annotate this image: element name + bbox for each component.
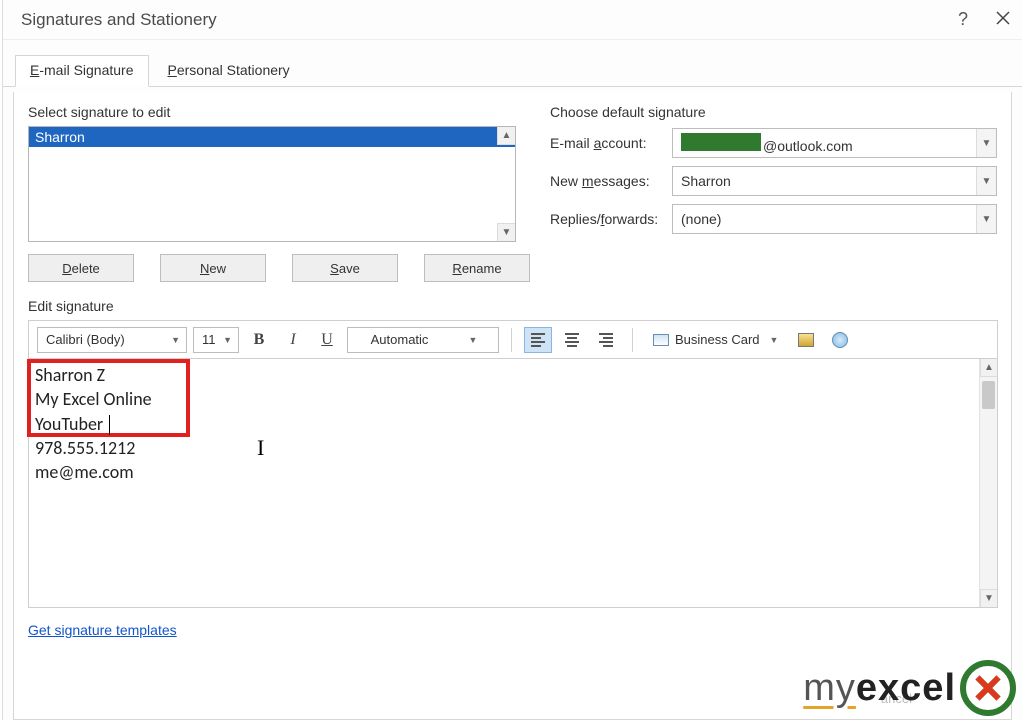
chevron-down-icon[interactable]: ▼: [976, 205, 996, 233]
i-beam-cursor-icon: I: [257, 435, 264, 461]
business-card-button[interactable]: Business Card ▼: [645, 327, 786, 353]
signature-item-selected[interactable]: Sharron: [29, 127, 515, 147]
choose-default-label: Choose default signature: [550, 104, 997, 120]
get-signature-templates-link[interactable]: Get signature templates: [28, 622, 177, 638]
brand-excel: excel: [856, 667, 956, 710]
insert-picture-button[interactable]: [792, 327, 820, 353]
chevron-down-icon[interactable]: ▼: [976, 167, 996, 195]
new-messages-value: Sharron: [681, 173, 731, 189]
bold-button[interactable]: B: [245, 327, 273, 353]
tab-personal-stationery[interactable]: Personal Stationery: [153, 55, 305, 87]
tab-panel: Select signature to edit Sharron ▲ ▼ Del…: [13, 92, 1012, 720]
replies-forwards-value: (none): [681, 211, 721, 227]
redacted-account-prefix: [681, 133, 761, 151]
text-caret: [109, 415, 110, 435]
select-signature-label: Select signature to edit: [28, 104, 530, 120]
close-icon[interactable]: [996, 11, 1010, 28]
tab-email-signature[interactable]: E-mail Signature: [15, 55, 149, 87]
toolbar-separator: [632, 328, 633, 352]
rename-button[interactable]: Rename: [424, 254, 530, 282]
chevron-down-icon[interactable]: ▼: [171, 335, 180, 345]
signatures-dialog: Signatures and Stationery ? E-mail Signa…: [2, 0, 1022, 720]
sig-line[interactable]: My Excel Online: [35, 387, 991, 411]
brand-logo-icon: [960, 660, 1016, 716]
signature-listbox[interactable]: Sharron ▲ ▼: [28, 126, 516, 242]
email-account-suffix: @outlook.com: [763, 138, 853, 154]
toolbar-separator: [511, 328, 512, 352]
chevron-down-icon[interactable]: ▼: [468, 335, 477, 345]
listbox-scroll-up-icon[interactable]: ▲: [497, 127, 515, 145]
sig-line[interactable]: YouTuber: [35, 412, 991, 436]
help-icon[interactable]: ?: [958, 9, 968, 30]
picture-icon: [798, 333, 814, 347]
business-card-label: Business Card: [675, 332, 760, 347]
titlebar: Signatures and Stationery ?: [3, 0, 1022, 40]
italic-button[interactable]: I: [279, 327, 307, 353]
signature-editor[interactable]: Sharron Z My Excel Online YouTuber 978.5…: [28, 358, 998, 608]
save-button[interactable]: Save: [292, 254, 398, 282]
align-left-button[interactable]: [524, 327, 552, 353]
sig-line[interactable]: 978.555.1212: [35, 436, 991, 460]
scroll-thumb[interactable]: [982, 381, 995, 409]
align-right-button[interactable]: [592, 327, 620, 353]
tabs: E-mail Signature Personal Stationery: [3, 46, 1022, 87]
replies-forwards-label: Replies/forwards:: [550, 211, 672, 227]
scroll-down-icon[interactable]: ▼: [980, 589, 997, 607]
delete-button[interactable]: Delete: [28, 254, 134, 282]
replies-forwards-combo[interactable]: (none) ▼: [672, 204, 997, 234]
business-card-icon: [653, 334, 669, 346]
font-color-combo[interactable]: Automatic ▼: [347, 327, 499, 353]
font-size-combo[interactable]: 11 ▼: [193, 327, 239, 353]
chevron-down-icon[interactable]: ▼: [223, 335, 232, 345]
align-center-button[interactable]: [558, 327, 586, 353]
sig-line[interactable]: me@me.com: [35, 460, 991, 484]
window-title: Signatures and Stationery: [21, 10, 217, 30]
chevron-down-icon[interactable]: ▼: [976, 129, 996, 157]
sig-line[interactable]: Sharron Z: [35, 363, 991, 387]
listbox-scroll-down-icon[interactable]: ▼: [497, 223, 515, 241]
new-messages-combo[interactable]: Sharron ▼: [672, 166, 997, 196]
brand-my: my: [803, 667, 856, 710]
new-button[interactable]: New: [160, 254, 266, 282]
myexcel-branding: myexcel: [803, 660, 1016, 716]
email-account-combo[interactable]: @outlook.com ▼: [672, 128, 997, 158]
globe-icon: [832, 332, 848, 348]
email-account-label: E-mail account:: [550, 135, 672, 151]
underline-button[interactable]: U: [313, 327, 341, 353]
font-combo[interactable]: Calibri (Body) ▼: [37, 327, 187, 353]
new-messages-label: New messages:: [550, 173, 672, 189]
chevron-down-icon[interactable]: ▼: [770, 335, 779, 345]
insert-hyperlink-button[interactable]: [826, 327, 854, 353]
font-color-value: Automatic: [371, 332, 429, 347]
font-size-value: 11: [202, 332, 216, 347]
editor-scrollbar[interactable]: ▲ ▼: [979, 359, 997, 607]
scroll-up-icon[interactable]: ▲: [980, 359, 997, 377]
format-toolbar: Calibri (Body) ▼ 11 ▼ B I U Automatic ▼: [28, 320, 998, 358]
edit-signature-label: Edit signature: [28, 298, 997, 314]
signature-text[interactable]: Sharron Z My Excel Online YouTuber 978.5…: [29, 359, 997, 488]
font-value: Calibri (Body): [46, 332, 125, 347]
